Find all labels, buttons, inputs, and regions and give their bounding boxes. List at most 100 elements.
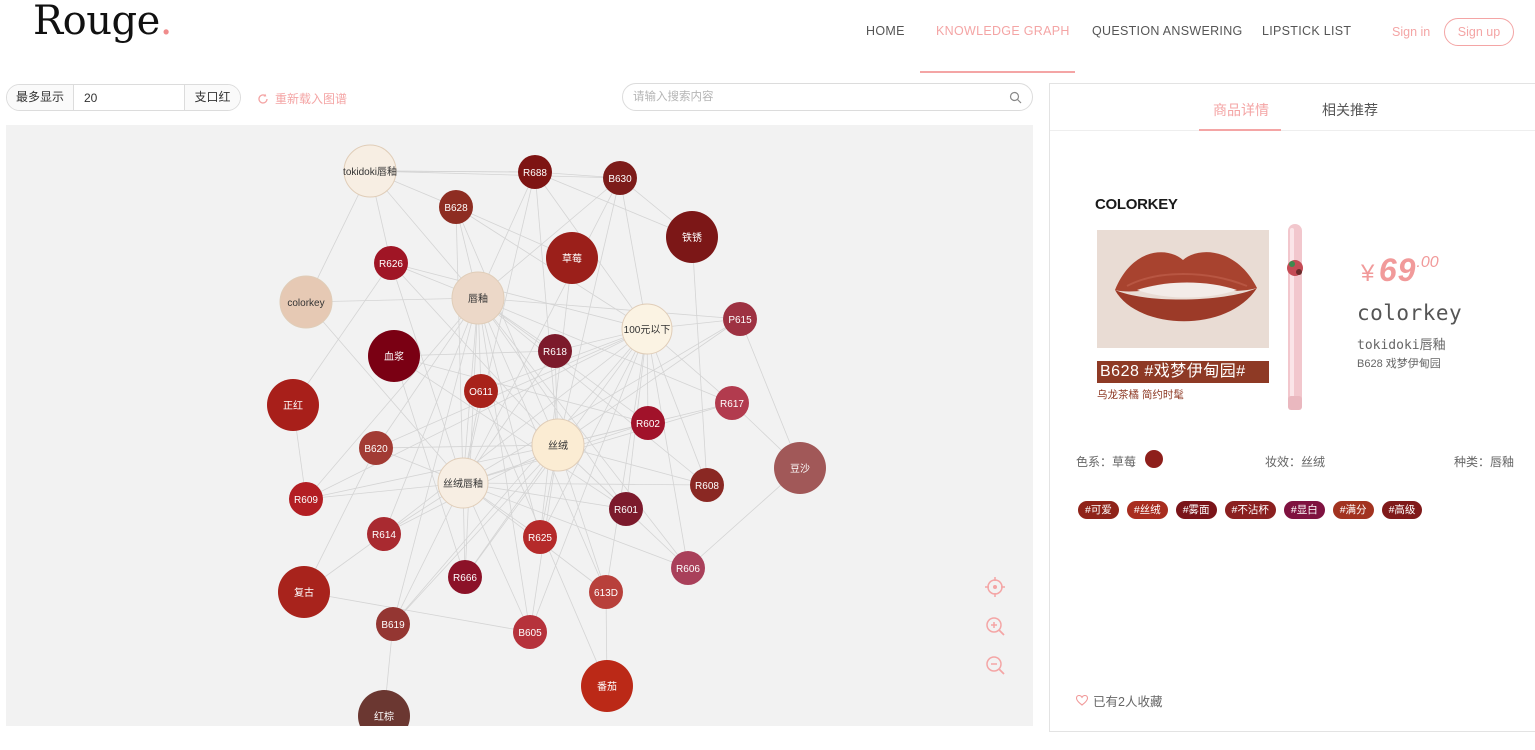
graph-node-shade[interactable]: R609 [289, 482, 323, 516]
graph-svg[interactable]: tokidoki唇釉 R688 B630 B628 铁锈草莓 R626 colorkey 唇釉… [6, 125, 1033, 726]
graph-node-label: R614 [372, 530, 396, 541]
product-brand: colorkey [1357, 301, 1463, 325]
favorite-button[interactable]: 已有2人收藏 [1076, 691, 1162, 710]
graph-node-color[interactable]: 正红 [267, 379, 319, 431]
graph-node-shade[interactable]: B628 [439, 190, 473, 224]
graph-node-shade[interactable]: R602 [631, 406, 665, 440]
graph-node-color[interactable]: 复古 [278, 566, 330, 618]
lips-image [1097, 230, 1269, 348]
sign-up-button[interactable]: Sign up [1444, 18, 1514, 46]
graph-node-label: 正红 [283, 399, 303, 412]
graph-node-shade[interactable]: R618 [538, 334, 572, 368]
graph-node-color[interactable]: 血浆 [368, 330, 420, 382]
graph-node-shade[interactable]: P615 [723, 302, 757, 336]
graph-node-shade[interactable]: B630 [603, 161, 637, 195]
price-decimal: .00 [1416, 254, 1439, 271]
graph-node-shade[interactable]: R666 [448, 560, 482, 594]
graph-node-label: R688 [523, 168, 547, 179]
graph-node-shade[interactable]: B619 [376, 607, 410, 641]
tag-chip[interactable]: #不沾杯 [1224, 501, 1276, 519]
type-label: 种类：唇釉 [1454, 455, 1515, 469]
graph-node-label: B620 [364, 444, 388, 455]
graph-node-brand[interactable]: colorkey [279, 275, 333, 329]
graph-node-price[interactable]: 100元以下 [621, 303, 673, 355]
graph-node-texture[interactable]: 丝绒 [531, 418, 585, 472]
graph-node-shade[interactable]: B605 [513, 615, 547, 649]
graph-node-label: 豆沙 [790, 463, 810, 475]
logo-dot: . [159, 0, 173, 44]
graph-node-shade[interactable]: R626 [374, 246, 408, 280]
graph-node-label: R626 [379, 259, 403, 270]
product-brand-logo: COLORKEY [1095, 196, 1178, 213]
graph-node-label: R609 [294, 495, 318, 506]
graph-edge [691, 236, 708, 486]
tag-chip[interactable]: #满分 [1332, 501, 1374, 519]
search-icon[interactable] [1009, 91, 1022, 104]
graph-edge [477, 177, 621, 299]
graph-node-type[interactable]: 唇釉 [451, 271, 505, 325]
tab-product-details[interactable]: 商品详情 [1213, 100, 1269, 120]
tab-recommendations[interactable]: 相关推荐 [1322, 100, 1378, 120]
tag-chip[interactable]: #显白 [1283, 501, 1325, 519]
graph-node-series[interactable]: tokidoki唇釉 [343, 144, 397, 198]
graph-node-shade[interactable]: R608 [690, 468, 724, 502]
graph-node-label: 613D [594, 588, 618, 599]
graph-node-label: 血浆 [384, 350, 404, 363]
max-show-control: 最多显示 支口红 [6, 84, 241, 111]
tag-chip[interactable]: #丝绒 [1126, 501, 1168, 519]
favorites-count: 已有2人收藏 [1093, 695, 1163, 709]
locate-icon[interactable] [984, 576, 1006, 598]
product-series: tokidoki唇釉 [1357, 338, 1446, 353]
graph-node-label: B619 [381, 620, 405, 631]
knowledge-graph-canvas[interactable]: tokidoki唇釉 R688 B630 B628 铁锈草莓 R626 colorkey 唇釉… [6, 125, 1033, 726]
max-show-label: 最多显示 [7, 85, 74, 110]
reload-graph-button[interactable]: 重新载入图谱 [257, 90, 347, 107]
product-image: COLORKEY B628 #戏梦伊甸园# 乌龙茶橘 简约时髦 [1095, 196, 1325, 416]
graph-node-shade[interactable]: R614 [367, 517, 401, 551]
graph-node-shade[interactable]: 613D [589, 575, 623, 609]
graph-node-color[interactable]: 红棕 [358, 690, 410, 726]
graph-node-label: 100元以下 [624, 325, 671, 336]
graph-node-label: 唇釉 [468, 292, 488, 305]
unit-label: 支口红 [184, 85, 240, 110]
shade-banner: B628 #戏梦伊甸园# [1097, 361, 1269, 383]
graph-node-shade[interactable]: R606 [671, 551, 705, 585]
graph-node-color[interactable]: 草莓 [546, 232, 598, 284]
search-input[interactable] [633, 88, 1003, 106]
graph-node-label: O611 [469, 387, 493, 398]
graph-node-label: B605 [518, 628, 542, 639]
lipstick-tube-image [1287, 224, 1303, 410]
graph-node-label: R608 [695, 481, 719, 492]
max-show-input[interactable] [74, 85, 184, 110]
graph-node-color[interactable]: 番茄 [581, 660, 633, 712]
nav-question-answering[interactable]: QUESTION ANSWERING [1092, 24, 1243, 38]
graph-node-shade[interactable]: R625 [523, 520, 557, 554]
tag-chip[interactable]: #可爱 [1078, 501, 1119, 519]
graph-node-label: B630 [608, 174, 632, 185]
sign-in-link[interactable]: Sign in [1392, 25, 1430, 39]
nav-home[interactable]: HOME [866, 24, 905, 38]
zoom-out-icon[interactable] [984, 654, 1006, 676]
nav-lipstick-list[interactable]: LIPSTICK LIST [1262, 24, 1351, 38]
graph-node-shade[interactable]: R601 [609, 492, 643, 526]
graph-edge [462, 482, 689, 569]
graph-node-label: colorkey [287, 298, 324, 309]
graph-node-color[interactable]: 铁锈 [666, 211, 718, 263]
search-box [622, 83, 1033, 111]
graph-node-color[interactable]: 豆沙 [774, 442, 826, 494]
graph-node-label: B628 [444, 203, 468, 214]
nav-knowledge-graph[interactable]: KNOWLEDGE GRAPH [936, 24, 1070, 38]
graph-node-shade[interactable]: B620 [359, 431, 393, 465]
graph-node-series[interactable]: 丝绒唇釉 [437, 457, 489, 509]
graph-node-shade[interactable]: R688 [518, 155, 552, 189]
graph-node-label: R618 [543, 347, 567, 358]
product-tags: #可爱 #丝绒 #雾面 #不沾杯 #显白 #满分 #高级 [1078, 501, 1423, 519]
rouge-logo[interactable]: Rouge. [33, 0, 172, 44]
graph-node-label: 铁锈 [682, 231, 702, 244]
tag-chip[interactable]: #雾面 [1175, 501, 1217, 519]
zoom-in-icon[interactable] [984, 615, 1006, 637]
graph-node-shade[interactable]: O611 [464, 374, 498, 408]
tag-chip[interactable]: #高级 [1381, 501, 1423, 519]
graph-node-shade[interactable]: R617 [715, 386, 749, 420]
graph-node-label: 草莓 [562, 253, 582, 265]
